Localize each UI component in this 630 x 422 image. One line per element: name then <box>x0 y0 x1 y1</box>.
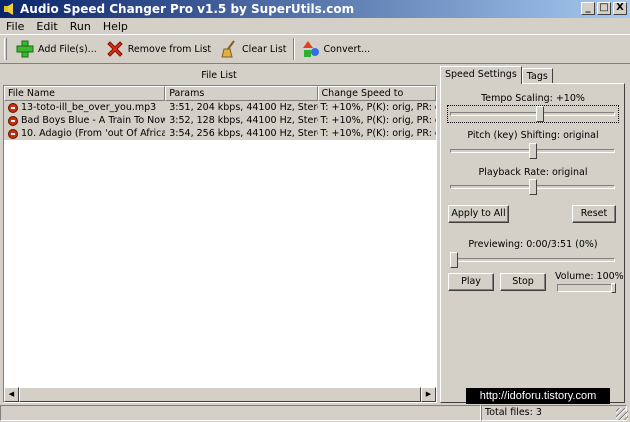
x-icon <box>105 39 125 59</box>
window-title: Audio Speed Changer Pro v1.5 by SuperUti… <box>20 2 355 16</box>
plus-icon <box>15 39 35 59</box>
status-bar: Total files: 3 <box>0 404 630 422</box>
audio-file-icon <box>8 102 18 113</box>
column-file-name[interactable]: File Name <box>4 86 166 101</box>
preview-slider[interactable] <box>450 252 615 268</box>
add-files-button[interactable]: Add File(s)... <box>11 37 101 61</box>
file-name-cell: 13-toto-ill_be_over_you.mp3 <box>4 101 165 114</box>
resize-grip[interactable] <box>616 408 628 420</box>
settings-tabs: Speed Settings Tags <box>440 66 553 84</box>
slider-track <box>450 258 615 262</box>
play-button[interactable]: Play <box>448 273 494 291</box>
change-cell: T: +10%, P(K): orig, PR: orig <box>320 102 436 113</box>
list-header: File Name Params Change Speed to <box>4 86 436 101</box>
slider-thumb[interactable] <box>536 106 544 122</box>
remove-label: Remove from List <box>127 43 212 55</box>
change-cell: T: +10%, P(K): orig, PR: orig <box>320 115 436 126</box>
scroll-thumb[interactable] <box>19 387 421 402</box>
file-name-cell: 10. Adagio (From 'out Of Africa')... <box>4 127 165 140</box>
scroll-right-icon[interactable]: ▶ <box>421 387 436 402</box>
pitch-slider[interactable] <box>450 143 615 159</box>
speaker-icon <box>3 2 17 16</box>
shapes-icon <box>301 39 321 59</box>
close-button[interactable]: X <box>613 2 627 15</box>
scroll-track[interactable] <box>19 387 421 402</box>
audio-file-icon <box>8 128 18 139</box>
broom-icon <box>219 39 239 59</box>
menu-run[interactable]: Run <box>64 20 97 33</box>
column-params[interactable]: Params <box>165 86 318 101</box>
slider-thumb[interactable] <box>529 179 537 195</box>
volume-label: Volume: 100% <box>555 271 624 282</box>
audio-file-icon <box>8 115 18 126</box>
total-files-status: Total files: 3 <box>481 405 627 421</box>
maximize-button[interactable]: □ <box>597 2 611 15</box>
clear-label: Clear List <box>242 43 287 55</box>
add-files-label: Add File(s)... <box>38 43 97 55</box>
watermark: http://idoforu.tistory.com <box>466 388 610 404</box>
slider-thumb[interactable] <box>450 252 458 268</box>
slider-thumb[interactable] <box>611 283 616 293</box>
toolbar: Add File(s)... Remove from List Clear Li… <box>0 34 630 64</box>
file-name-cell: Bad Boys Blue - A Train To Nowh... <box>4 114 165 127</box>
apply-to-all-button[interactable]: Apply to All <box>448 205 509 223</box>
table-row[interactable]: Bad Boys Blue - A Train To Nowh... 3:52,… <box>4 114 436 127</box>
pitch-label: Pitch (key) Shifting: original <box>467 130 599 141</box>
remove-from-list-button[interactable]: Remove from List <box>101 37 215 61</box>
rate-label: Playback Rate: original <box>478 167 588 178</box>
stop-button[interactable]: Stop <box>500 273 546 291</box>
rate-slider[interactable] <box>450 179 615 195</box>
tempo-slider[interactable] <box>450 106 615 122</box>
slider-track <box>450 112 615 116</box>
file-list[interactable]: File Name Params Change Speed to 13-toto… <box>3 85 437 403</box>
table-row[interactable]: 13-toto-ill_be_over_you.mp3 3:51, 204 kb… <box>4 101 436 114</box>
table-row[interactable]: 10. Adagio (From 'out Of Africa')... 3:5… <box>4 127 436 140</box>
menu-bar: File Edit Run Help <box>0 18 630 34</box>
file-list-title: File List <box>201 70 237 81</box>
tempo-label: Tempo Scaling: +10% <box>481 93 585 104</box>
menu-help[interactable]: Help <box>97 20 134 33</box>
column-change-speed[interactable]: Change Speed to <box>317 86 436 101</box>
slider-thumb[interactable] <box>529 143 537 159</box>
horizontal-scrollbar[interactable]: ◀ ▶ <box>4 387 436 402</box>
previewing-label: Previewing: 0:00/3:51 (0%) <box>468 239 598 250</box>
title-bar: Audio Speed Changer Pro v1.5 by SuperUti… <box>0 0 630 18</box>
file-name: Bad Boys Blue - A Train To Nowh... <box>21 115 165 126</box>
volume-slider[interactable] <box>557 283 616 293</box>
convert-label: Convert... <box>323 43 371 55</box>
tab-tags[interactable]: Tags <box>521 68 553 84</box>
clear-list-button[interactable]: Clear List <box>215 37 290 61</box>
change-cell: T: +10%, P(K): orig, PR: orig <box>320 128 436 139</box>
toolbar-separator <box>292 38 295 60</box>
file-name: 13-toto-ill_be_over_you.mp3 <box>21 102 157 113</box>
menu-file[interactable]: File <box>0 20 30 33</box>
params-cell: 3:51, 204 kbps, 44100 Hz, Stereo <box>169 102 318 113</box>
minimize-button[interactable]: _ <box>581 2 595 15</box>
convert-button[interactable]: Convert... <box>297 37 375 61</box>
scroll-left-icon[interactable]: ◀ <box>4 387 19 402</box>
reset-button[interactable]: Reset <box>572 205 616 223</box>
tab-speed-settings[interactable]: Speed Settings <box>440 66 522 84</box>
toolbar-grip[interactable] <box>4 38 7 60</box>
params-cell: 3:54, 256 kbps, 44100 Hz, Stereo <box>169 128 318 139</box>
menu-edit[interactable]: Edit <box>30 20 63 33</box>
params-cell: 3:52, 128 kbps, 44100 Hz, Stereo <box>169 115 318 126</box>
file-name: 10. Adagio (From 'out Of Africa')... <box>21 128 165 139</box>
status-pane-main <box>0 405 481 421</box>
